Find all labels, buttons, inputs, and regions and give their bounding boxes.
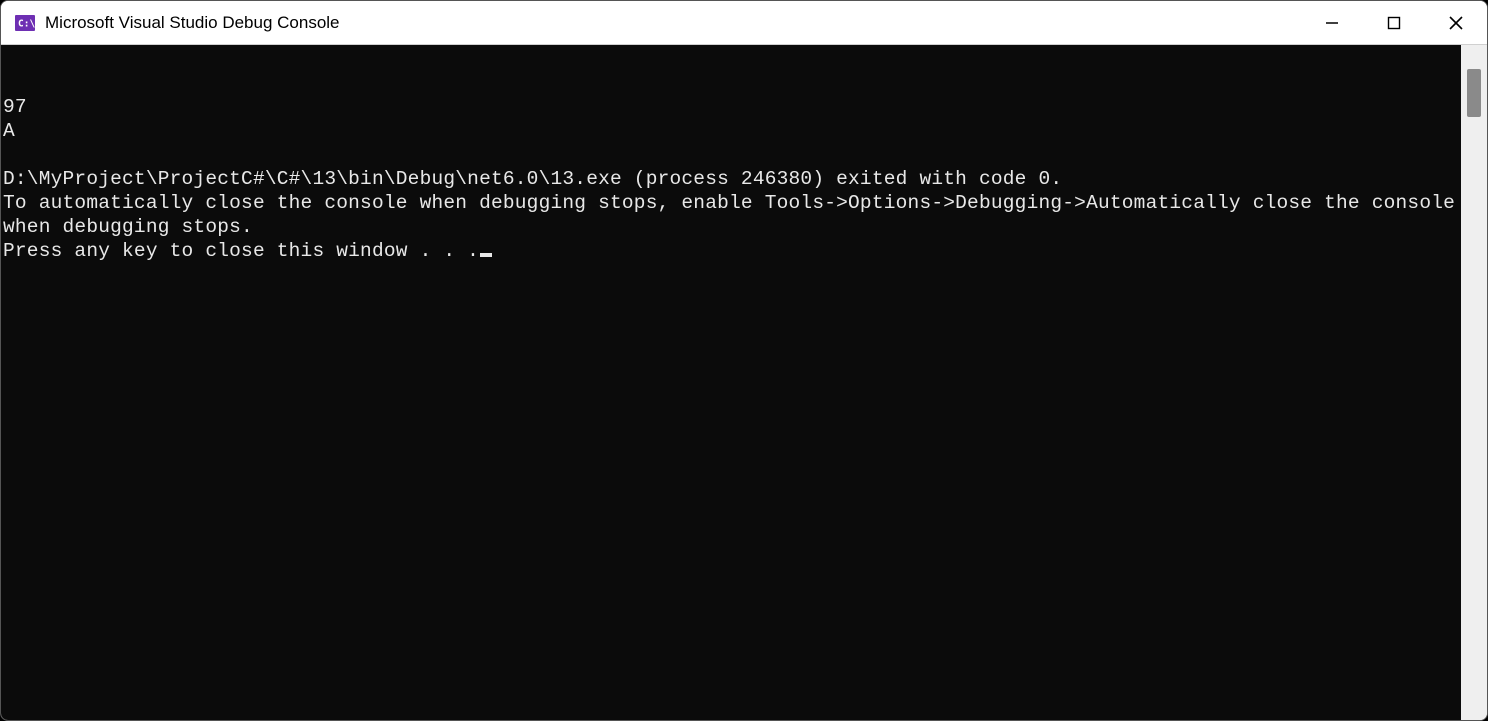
console-line <box>3 143 1461 167</box>
console-line: To automatically close the console when … <box>3 191 1461 239</box>
client-area: 97A D:\MyProject\ProjectC#\C#\13\bin\Deb… <box>1 45 1487 720</box>
maximize-icon <box>1387 16 1401 30</box>
app-icon: C:\ <box>15 13 35 33</box>
svg-text:C:\: C:\ <box>18 18 35 29</box>
console-line: Press any key to close this window . . . <box>3 239 1461 263</box>
minimize-button[interactable] <box>1301 1 1363 44</box>
window-frame: C:\ Microsoft Visual Studio Debug Consol… <box>0 0 1488 721</box>
console-line: D:\MyProject\ProjectC#\C#\13\bin\Debug\n… <box>3 167 1461 191</box>
close-button[interactable] <box>1425 1 1487 44</box>
titlebar[interactable]: C:\ Microsoft Visual Studio Debug Consol… <box>1 1 1487 45</box>
close-icon <box>1449 16 1463 30</box>
cursor <box>480 253 492 257</box>
scrollbar-thumb[interactable] <box>1467 69 1481 117</box>
console-line: 97 <box>3 95 1461 119</box>
vertical-scrollbar[interactable] <box>1461 45 1487 720</box>
console-output[interactable]: 97A D:\MyProject\ProjectC#\C#\13\bin\Deb… <box>1 45 1461 720</box>
console-line: A <box>3 119 1461 143</box>
window-title: Microsoft Visual Studio Debug Console <box>45 13 1301 33</box>
minimize-icon <box>1325 16 1339 30</box>
window-controls <box>1301 1 1487 44</box>
maximize-button[interactable] <box>1363 1 1425 44</box>
